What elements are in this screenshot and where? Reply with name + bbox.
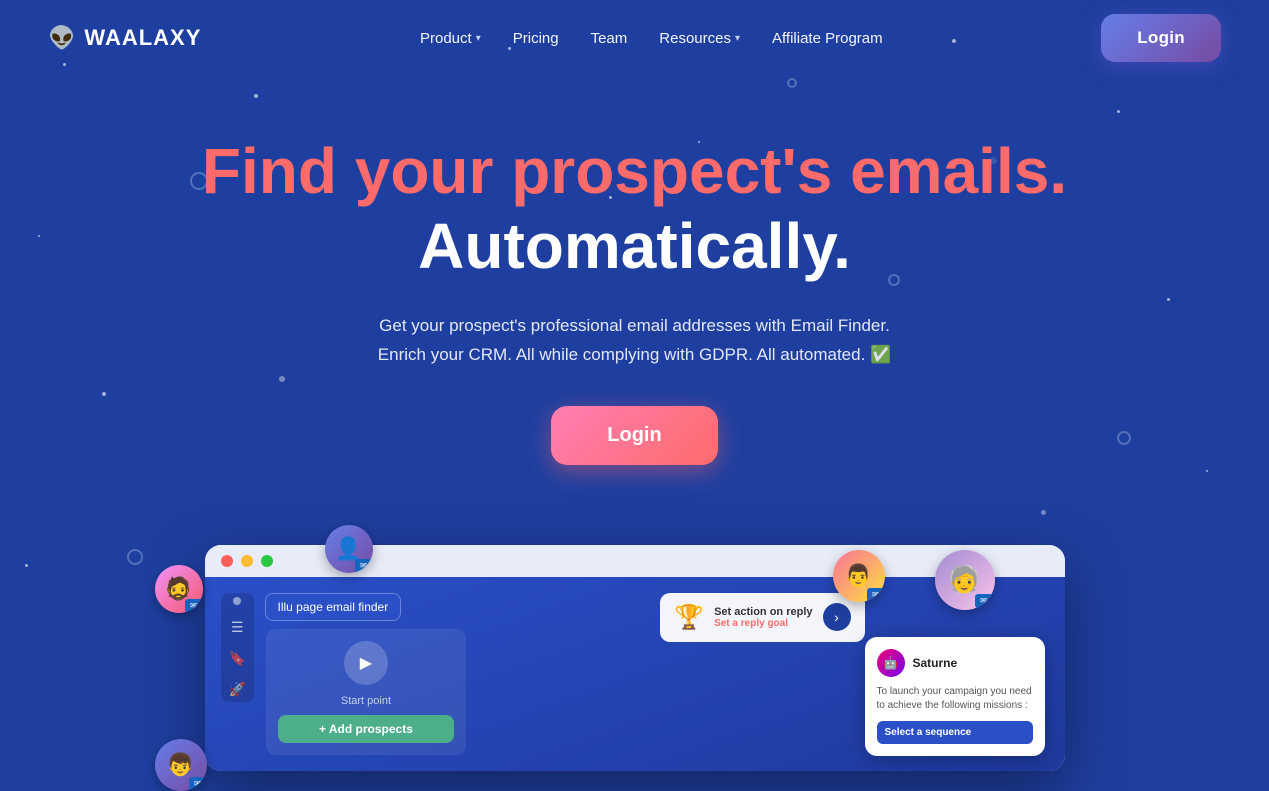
nav-link-affiliate[interactable]: Affiliate Program [772, 30, 883, 47]
nav-link-resources[interactable]: Resources ▾ [659, 30, 740, 47]
hero-subtitle: Get your prospect's professional email a… [325, 312, 945, 370]
nav-login-button[interactable]: Login [1101, 14, 1221, 62]
nav-links: Product ▾ Pricing Team Resources ▾ Affil… [420, 30, 883, 47]
window-content: ☰ 🔖 🚀 Illu page email finder ▶ Start poi… [205, 577, 1065, 771]
hero-title-line2: Automatically. [20, 210, 1249, 284]
nav-item-team[interactable]: Team [591, 30, 628, 47]
saturne-name: Saturne [913, 656, 958, 670]
nav-link-product[interactable]: Product ▾ [420, 30, 481, 47]
trophy-sub-text: Set a reply goal [714, 618, 812, 629]
trophy-main-text: Set action on reply [714, 606, 812, 618]
nav-item-resources[interactable]: Resources ▾ [659, 30, 740, 47]
window-close-dot [221, 555, 233, 567]
nav-item-affiliate[interactable]: Affiliate Program [772, 30, 883, 47]
avatar-middle-left: 🧔 ✉ [155, 565, 203, 613]
hero-title-line1: Find your prospect's emails. [20, 136, 1249, 206]
app-preview-section: 👤 ✉ 🧔 ✉ 👨 ✉ 🧓 ✉ ☰ 🔖 🚀 Illu page e [185, 545, 1085, 771]
saturne-header: 🤖 Saturne [877, 649, 1033, 677]
trophy-icon: 🏆 [674, 603, 704, 632]
sequence-panel: ▶ Start point + Add prospects [266, 629, 466, 755]
hero-section: Find your prospect's emails. Automatical… [0, 76, 1269, 505]
sidebar-icon-1: ☰ [231, 619, 244, 636]
sidebar-icon-2: 🔖 [229, 650, 246, 667]
brand-name: WAALAXY [84, 25, 201, 51]
hero-login-button[interactable]: Login [551, 406, 717, 465]
nav-item-product[interactable]: Product ▾ [420, 30, 481, 47]
window-minimize-dot [241, 555, 253, 567]
trophy-card: 🏆 Set action on reply Set a reply goal › [660, 593, 864, 642]
logo-icon: 👽 [48, 25, 76, 51]
sidebar-icon-3: 🚀 [229, 681, 246, 698]
start-point-label: Start point [278, 695, 454, 707]
nav-item-pricing[interactable]: Pricing [513, 30, 559, 47]
nav-link-pricing[interactable]: Pricing [513, 30, 559, 47]
add-prospects-button[interactable]: + Add prospects [278, 715, 454, 743]
avatar-far-right: 🧓 ✉ [935, 550, 995, 610]
avatar-top-right: 👨 ✉ [833, 550, 885, 602]
navbar: 👽 WAALAXY Product ▾ Pricing Team Resourc… [0, 0, 1269, 76]
saturne-description: To launch your campaign you need to achi… [877, 685, 1033, 713]
avatar-top-left: 👤 ✉ [325, 525, 373, 573]
sidebar-dot [233, 597, 241, 605]
saturne-avatar: 🤖 [877, 649, 905, 677]
chevron-down-icon: ▾ [476, 33, 481, 44]
select-sequence-button[interactable]: Select a sequence [877, 721, 1033, 744]
next-arrow-icon[interactable]: › [823, 603, 851, 631]
play-button[interactable]: ▶ [344, 641, 388, 685]
sidebar-icons: ☰ 🔖 🚀 [221, 593, 254, 702]
brand-logo[interactable]: 👽 WAALAXY [48, 25, 201, 51]
avatar-bottom-left: 👦 ✉ [155, 739, 207, 791]
window-maximize-dot [261, 555, 273, 567]
nav-link-team[interactable]: Team [591, 30, 628, 47]
chevron-down-icon: ▾ [735, 33, 740, 44]
saturne-card: 🤖 Saturne To launch your campaign you ne… [865, 637, 1045, 756]
illu-tag: Illu page email finder [265, 593, 402, 621]
